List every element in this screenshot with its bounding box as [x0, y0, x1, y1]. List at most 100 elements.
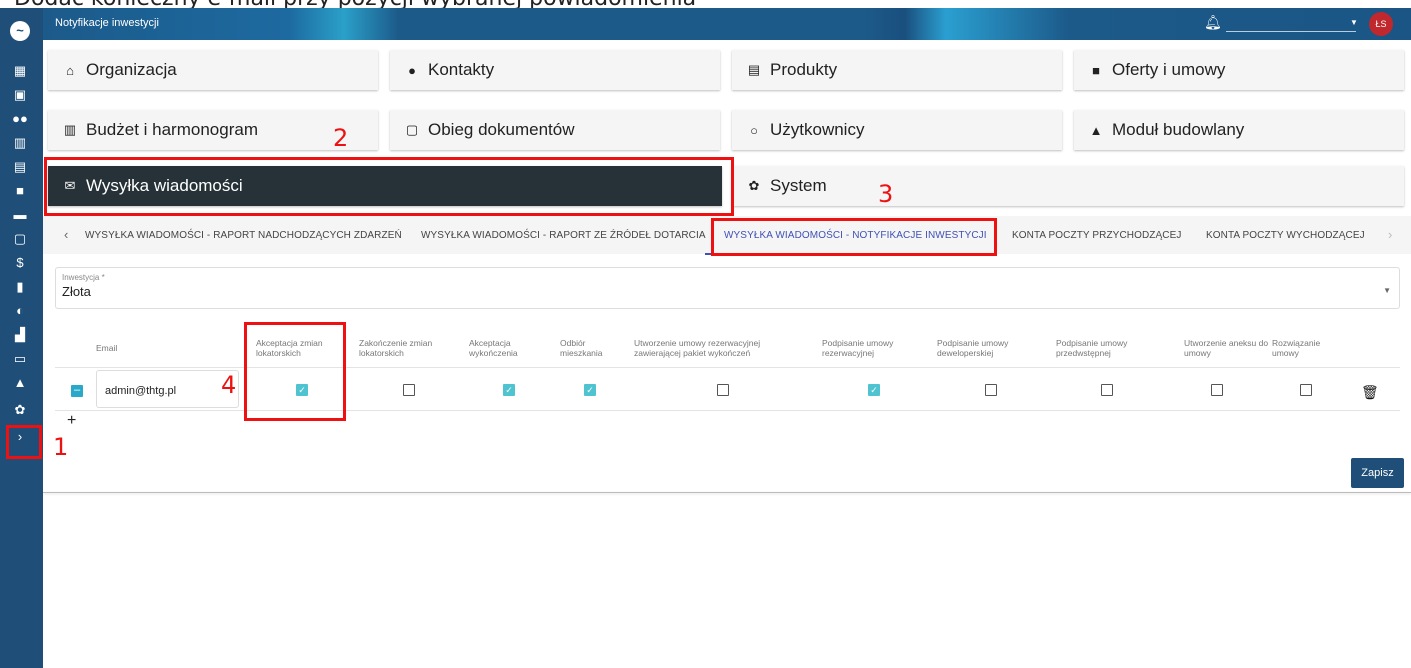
- credit-card-icon[interactable]: ▭: [12, 352, 28, 366]
- annotation-2: 2: [333, 124, 349, 152]
- col-header-9: Utworzenie aneksu do umowy: [1184, 338, 1269, 358]
- dollar-icon[interactable]: $: [12, 256, 28, 270]
- left-rail: ~ ▦ ▣ ●● ▥ ▤ ■ ▬ ▢ $ ▮ ◐ ▟ ▭ ▲ ✿ ›: [0, 8, 43, 668]
- email-header: Email: [96, 343, 118, 353]
- header-divider: [55, 367, 1400, 368]
- panel-bottom-border: [43, 492, 1411, 493]
- notification-checkbox-5[interactable]: [717, 384, 729, 396]
- avatar[interactable]: ŁS: [1369, 12, 1393, 36]
- add-row-button[interactable]: +: [67, 412, 76, 430]
- investment-label: Inwestycja *: [62, 273, 105, 282]
- module-uzytkownicy[interactable]: ○ Użytkownicy: [732, 110, 1062, 150]
- save-button[interactable]: Zapisz: [1351, 458, 1404, 488]
- module-oferty-i-umowy[interactable]: ■ Oferty i umowy: [1074, 50, 1404, 90]
- chevron-right-icon[interactable]: ›: [12, 430, 28, 444]
- app-logo-icon[interactable]: ~: [10, 21, 30, 41]
- notification-checkbox-2[interactable]: [403, 384, 415, 396]
- chevron-down-icon: ▼: [1383, 286, 1391, 295]
- module-produkty[interactable]: ▤ Produkty: [732, 50, 1062, 90]
- user-select[interactable]: [1226, 31, 1356, 32]
- folder-icon: ■: [1092, 62, 1100, 78]
- notification-checkbox-9[interactable]: [1211, 384, 1223, 396]
- warning-icon[interactable]: ▲: [12, 376, 28, 390]
- caption-text: Dodać konieczny e-mail przy pozycji wybr…: [14, 0, 696, 8]
- dashboard-icon[interactable]: ▦: [12, 64, 28, 78]
- document-icon[interactable]: ▮: [12, 280, 28, 294]
- col-header-8: Podpisanie umowy przedwstępnej: [1056, 338, 1128, 358]
- annotation-4: 4: [221, 371, 237, 399]
- people-icon[interactable]: ●●: [12, 112, 28, 126]
- tab-notyfikacje-inwestycji[interactable]: WYSYŁKA WIADOMOŚCI - NOTYFIKACJE INWESTY…: [724, 230, 987, 241]
- col-header-3: Akceptacja wykończenia: [469, 338, 518, 358]
- row-divider: [55, 410, 1400, 411]
- annotation-1: 1: [53, 433, 69, 461]
- col-header-4: Odbiór mieszkania: [560, 338, 603, 358]
- module-label: Użytkownicy: [770, 120, 865, 139]
- module-label: Kontakty: [428, 60, 495, 79]
- notification-checkbox-7[interactable]: [985, 384, 997, 396]
- notification-checkbox-4[interactable]: ✓: [584, 384, 596, 396]
- store-icon: ▤: [747, 62, 761, 77]
- pie-chart-icon[interactable]: ◐: [12, 304, 28, 318]
- tab-raport-zrodel[interactable]: WYSYŁKA WIADOMOŚCI - RAPORT ZE ŹRÓDEŁ DO…: [421, 230, 706, 241]
- building-icon: ▥: [63, 122, 77, 137]
- notification-checkbox-3[interactable]: ✓: [503, 384, 515, 396]
- bell-icon[interactable]: 🔔︎: [1204, 14, 1222, 31]
- caption-strip: Dodać konieczny e-mail przy pozycji wybr…: [0, 0, 1411, 8]
- chevron-down-icon[interactable]: ▼: [1350, 18, 1358, 27]
- notification-checkbox-6[interactable]: ✓: [868, 384, 880, 396]
- module-label: Budżet i harmonogram: [86, 120, 258, 139]
- notification-checkbox-10[interactable]: [1300, 384, 1312, 396]
- email-field[interactable]: admin@thtg.pl: [96, 370, 239, 408]
- module-label: System: [770, 176, 827, 195]
- store-icon[interactable]: ▤: [12, 160, 28, 174]
- module-label: Oferty i umowy: [1112, 60, 1226, 79]
- person-icon: ●: [408, 62, 416, 78]
- briefcase-icon[interactable]: ■: [12, 184, 28, 198]
- mail-icon: ✉: [64, 178, 76, 193]
- notification-checkbox-8[interactable]: [1101, 384, 1113, 396]
- col-header-5: Utworzenie umowy rezerwacyjnej zawierając…: [634, 338, 761, 358]
- tab-raport-nadchodzacych[interactable]: WYSYŁKA WIADOMOŚCI - RAPORT NADCHODZĄCYC…: [85, 230, 402, 241]
- annotation-3: 3: [878, 180, 894, 208]
- module-wysylka-wiadomosci[interactable]: ✉ Wysyłka wiadomości: [48, 166, 722, 206]
- chevron-right-icon[interactable]: ›: [1388, 227, 1392, 242]
- module-label: Produkty: [770, 60, 838, 79]
- module-kontakty[interactable]: ● Kontakty: [390, 50, 720, 90]
- gear-icon[interactable]: ✿: [12, 403, 28, 417]
- tab-bar: ‹ WYSYŁKA WIADOMOŚCI - RAPORT NADCHODZĄC…: [43, 216, 1411, 255]
- building-icon[interactable]: ▥: [12, 136, 28, 150]
- tab-konta-przychodzacej[interactable]: KONTA POCZTY PRZYCHODZĄCEJ: [1012, 230, 1181, 241]
- calendar-icon[interactable]: ▣: [12, 88, 28, 102]
- module-label: Obieg dokumentów: [428, 120, 575, 139]
- module-label: Moduł budowlany: [1112, 120, 1245, 139]
- col-header-1: Akceptacja zmian lokatorskich: [256, 338, 323, 358]
- page-title: Notyfikacje inwestycji: [55, 17, 159, 29]
- inbox-icon: ▢: [405, 122, 419, 137]
- module-label: Organizacja: [86, 60, 177, 79]
- module-obieg-dokumentow[interactable]: ▢ Obieg dokumentów: [390, 110, 720, 150]
- notification-checkbox-1[interactable]: ✓: [296, 384, 308, 396]
- module-budzet[interactable]: ▥ Budżet i harmonogram: [48, 110, 378, 150]
- home-icon: ⌂: [66, 62, 74, 78]
- module-budowlany[interactable]: ▲ Moduł budowlany: [1074, 110, 1404, 150]
- user-outline-icon: ○: [750, 122, 758, 138]
- active-tab-indicator: [705, 253, 995, 255]
- col-header-10: Rozwiązanie umowy: [1272, 338, 1321, 358]
- trash-icon[interactable]: 🗑︎: [1361, 384, 1379, 401]
- col-header-2: Zakończenie zmian lokatorskich: [359, 338, 433, 358]
- row-select-checkbox[interactable]: –: [71, 385, 83, 397]
- folder-icon[interactable]: ▬: [12, 208, 28, 222]
- module-label: Wysyłka wiadomości: [86, 176, 243, 195]
- chevron-left-icon[interactable]: ‹: [64, 227, 68, 242]
- module-organizacja[interactable]: ⌂ Organizacja: [48, 50, 378, 90]
- top-bar: Notyfikacje inwestycji 🔔︎ ▼ ŁS: [43, 8, 1411, 40]
- tab-konta-wychodzacej[interactable]: KONTA POCZTY WYCHODZĄCEJ: [1206, 230, 1365, 241]
- inbox-icon[interactable]: ▢: [12, 232, 28, 246]
- investment-select[interactable]: Inwestycja * Złota ▼: [55, 267, 1400, 309]
- bar-chart-icon[interactable]: ▟: [12, 328, 28, 342]
- col-header-6: Podpisanie umowy rezerwacyjnej: [822, 338, 894, 358]
- module-system[interactable]: ✿ System: [732, 166, 1404, 206]
- investment-value: Złota: [62, 284, 91, 299]
- gear-icon: ✿: [748, 178, 760, 193]
